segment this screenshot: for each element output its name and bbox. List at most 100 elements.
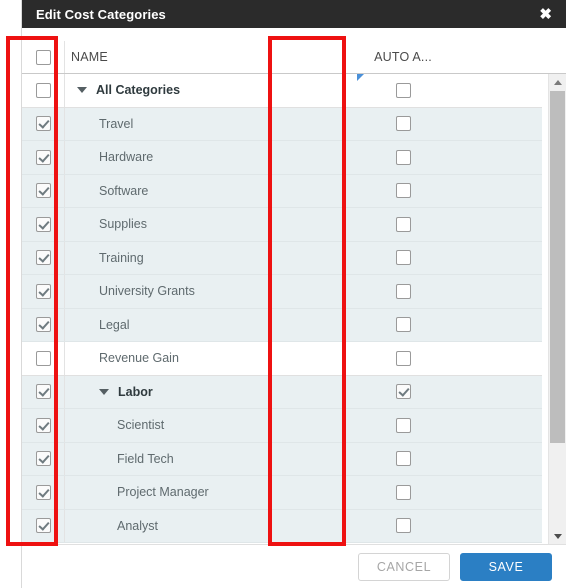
row-select-cell[interactable] (22, 82, 64, 98)
chevron-down-icon[interactable] (77, 87, 87, 94)
row-name-cell[interactable]: Legal (64, 308, 357, 341)
table-row[interactable]: Legal (22, 308, 542, 342)
row-select-cell[interactable] (22, 216, 64, 232)
row-select-cell[interactable] (22, 149, 64, 165)
row-auto-a-checkbox[interactable] (395, 417, 411, 433)
row-select-cell[interactable] (22, 518, 64, 534)
row-name-label: Travel (99, 116, 134, 131)
row-name-cell[interactable]: University Grants (64, 275, 357, 308)
table-row[interactable]: Project Manager (22, 476, 542, 510)
row-select-cell[interactable] (22, 116, 64, 132)
row-auto-a-cell[interactable] (357, 342, 449, 375)
row-name-cell[interactable]: Hardware (64, 141, 357, 174)
row-auto-a-checkbox[interactable] (395, 317, 411, 333)
cancel-button[interactable]: CANCEL (358, 552, 450, 581)
row-auto-a-checkbox[interactable] (395, 451, 411, 467)
row-select-checkbox[interactable] (35, 484, 51, 500)
row-name-cell[interactable]: Analyst (64, 509, 357, 542)
table-row[interactable]: Labor (22, 375, 542, 409)
scroll-up-arrow-icon[interactable] (549, 74, 566, 90)
row-select-checkbox[interactable] (35, 149, 51, 165)
row-auto-a-cell[interactable] (357, 208, 449, 241)
row-name-cell[interactable]: Field Tech (64, 442, 357, 475)
row-select-checkbox[interactable] (35, 250, 51, 266)
row-auto-a-checkbox[interactable] (395, 283, 411, 299)
row-auto-a-cell[interactable] (357, 376, 449, 409)
row-select-checkbox[interactable] (35, 417, 51, 433)
row-auto-a-cell[interactable] (357, 443, 449, 476)
row-select-checkbox[interactable] (35, 216, 51, 232)
row-auto-a-cell[interactable] (357, 242, 449, 275)
row-select-cell[interactable] (22, 451, 64, 467)
table-row[interactable]: Analyst (22, 509, 542, 543)
row-select-cell[interactable] (22, 384, 64, 400)
row-auto-a-cell[interactable] (357, 510, 449, 543)
row-auto-a-cell[interactable] (357, 74, 449, 107)
row-select-checkbox[interactable] (35, 183, 51, 199)
save-button[interactable]: SAVE (460, 552, 552, 581)
row-select-checkbox[interactable] (35, 116, 51, 132)
row-select-checkbox[interactable] (35, 82, 51, 98)
row-auto-a-cell[interactable] (357, 476, 449, 509)
table-row[interactable]: Hardware (22, 141, 542, 175)
row-auto-a-checkbox[interactable] (395, 350, 411, 366)
row-name-cell[interactable]: Project Manager (64, 476, 357, 509)
row-select-cell[interactable] (22, 317, 64, 333)
column-header-name[interactable]: NAME (64, 41, 357, 73)
row-auto-a-checkbox[interactable] (395, 518, 411, 534)
row-auto-a-cell[interactable] (357, 409, 449, 442)
table-row[interactable]: Field Tech (22, 442, 542, 476)
row-select-checkbox[interactable] (35, 518, 51, 534)
close-icon[interactable]: ✖ (537, 5, 554, 24)
row-select-checkbox[interactable] (35, 384, 51, 400)
row-select-cell[interactable] (22, 417, 64, 433)
row-auto-a-checkbox[interactable] (395, 183, 411, 199)
row-auto-a-cell[interactable] (357, 108, 449, 141)
row-name-cell[interactable]: All Categories (64, 74, 357, 107)
row-name-cell[interactable]: Revenue Gain (64, 342, 357, 375)
grid-rows: All Categories Travel Hardware Software Supp… (22, 74, 542, 544)
scroll-down-arrow-icon[interactable] (549, 528, 566, 544)
row-select-cell[interactable] (22, 350, 64, 366)
row-select-cell[interactable] (22, 484, 64, 500)
table-row[interactable]: All Categories (22, 74, 542, 108)
table-row[interactable]: Supplies (22, 208, 542, 242)
row-auto-a-cell[interactable] (357, 309, 449, 342)
row-auto-a-checkbox[interactable] (395, 82, 411, 98)
row-auto-a-cell[interactable] (357, 175, 449, 208)
table-row[interactable]: Training (22, 241, 542, 275)
row-name-cell[interactable]: Travel (64, 107, 357, 140)
table-row[interactable]: Software (22, 174, 542, 208)
dialog-body: NAME AUTO A... All Categories Travel Hardw… (22, 28, 566, 588)
table-row[interactable]: Revenue Gain (22, 342, 542, 376)
row-name-cell[interactable]: Supplies (64, 208, 357, 241)
row-select-checkbox[interactable] (35, 350, 51, 366)
row-name-cell[interactable]: Scientist (64, 409, 357, 442)
row-auto-a-checkbox[interactable] (395, 484, 411, 500)
row-select-checkbox[interactable] (35, 283, 51, 299)
table-row[interactable]: Scientist (22, 409, 542, 443)
select-all-checkbox[interactable] (35, 49, 51, 65)
grid-vertical-scrollbar[interactable] (548, 74, 566, 544)
select-all-cell[interactable] (22, 49, 64, 65)
row-select-cell[interactable] (22, 183, 64, 199)
chevron-down-icon[interactable] (99, 388, 109, 395)
row-auto-a-cell[interactable] (357, 141, 449, 174)
row-select-checkbox[interactable] (35, 317, 51, 333)
row-auto-a-checkbox[interactable] (395, 216, 411, 232)
row-name-cell[interactable]: Software (64, 174, 357, 207)
table-row[interactable]: Travel (22, 107, 542, 141)
row-auto-a-checkbox[interactable] (395, 384, 411, 400)
row-select-checkbox[interactable] (35, 451, 51, 467)
row-auto-a-checkbox[interactable] (395, 149, 411, 165)
row-name-cell[interactable]: Training (64, 241, 357, 274)
scrollbar-thumb[interactable] (550, 91, 565, 443)
row-name-cell[interactable]: Labor (64, 375, 357, 408)
row-auto-a-cell[interactable] (357, 275, 449, 308)
row-select-cell[interactable] (22, 250, 64, 266)
row-auto-a-checkbox[interactable] (395, 116, 411, 132)
table-row[interactable]: University Grants (22, 275, 542, 309)
row-select-cell[interactable] (22, 283, 64, 299)
column-header-auto-a[interactable]: AUTO A... (357, 41, 449, 73)
row-auto-a-checkbox[interactable] (395, 250, 411, 266)
